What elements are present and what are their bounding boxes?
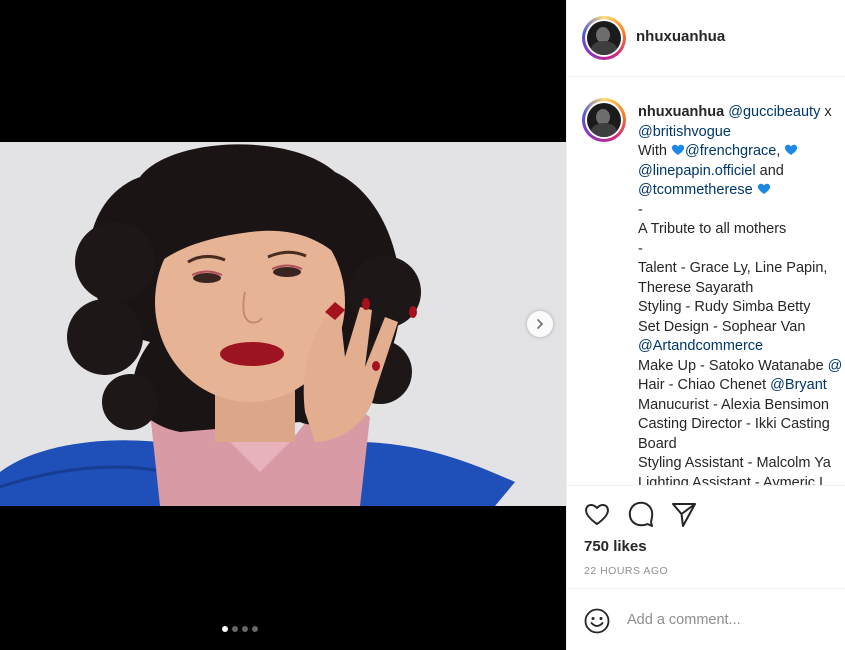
carousel-indicator	[222, 626, 258, 632]
caption-line: Styling Assistant - Malcolm Ya	[638, 455, 831, 471]
next-photo-button[interactable]	[527, 311, 553, 337]
mention-link[interactable]: @tcommetherese	[638, 182, 753, 198]
caption-line: Lighting Assistant - Aymeric L	[638, 474, 828, 486]
caption-username[interactable]: nhuxuanhua	[638, 104, 724, 120]
caption-area: nhuxuanhua @guccibeauty x @britishvogue …	[567, 77, 845, 485]
carousel-dot	[242, 626, 248, 632]
emoji-icon[interactable]	[583, 607, 611, 635]
post-photo[interactable]	[0, 142, 566, 506]
comment-bar	[567, 588, 845, 650]
caption-line: Casting Director - Ikki Casting	[638, 416, 830, 432]
caption-line: -	[638, 201, 643, 218]
post-actions: 750 likes 22 HOURS AGO	[567, 485, 845, 588]
caption-line: With	[638, 143, 672, 159]
caption-line: Therese Sayarath	[638, 279, 754, 296]
carousel-dot	[232, 626, 238, 632]
caption-line: x	[820, 104, 832, 120]
mention-link[interactable]: @frenchgrace	[685, 143, 776, 159]
post-header: nhuxuanhua	[567, 0, 845, 77]
caption-line: Talent - Grace Ly, Line Papin,	[638, 260, 828, 276]
carousel-dot	[252, 626, 258, 632]
carousel-dot	[222, 626, 228, 632]
blue-heart-icon	[785, 144, 798, 155]
caption-line: Styling - Rudy Simba Betty	[638, 299, 811, 315]
mention-link[interactable]: @Bryant	[770, 377, 827, 393]
likes-count[interactable]: 750 likes	[584, 538, 647, 555]
caption-line: Manucurist - Alexia Bensimon	[638, 396, 829, 413]
caption-line: Make Up - Satoko Watanabe	[638, 357, 828, 374]
portrait-illustration	[0, 142, 566, 506]
caption-line: Set Design - Sophear Van	[638, 318, 806, 335]
post-timestamp[interactable]: 22 HOURS AGO	[584, 565, 668, 577]
comment-icon[interactable]	[627, 500, 655, 528]
caption-line: Board	[638, 435, 677, 452]
caption-line: and	[755, 162, 784, 179]
like-heart-icon[interactable]	[583, 500, 611, 528]
post-media	[0, 0, 566, 650]
post-side-panel: nhuxuanhua nhuxuanhua @guccibeauty x @br…	[566, 0, 845, 650]
mention-link[interactable]: @britishvogue	[638, 124, 731, 140]
comment-input[interactable]	[627, 607, 837, 633]
mention-link[interactable]: @linepapin.officiel	[638, 163, 756, 179]
author-username[interactable]: nhuxuanhua	[636, 28, 725, 45]
caption-avatar[interactable]	[582, 98, 626, 142]
author-avatar[interactable]	[582, 16, 626, 60]
blue-heart-icon	[671, 144, 685, 155]
mention-link[interactable]: @Artandcommerce	[638, 338, 763, 354]
blue-heart-icon	[757, 183, 770, 194]
caption-line: Hair - Chiao Chenet	[638, 377, 771, 393]
lips	[220, 342, 284, 366]
caption-text: nhuxuanhua @guccibeauty x @britishvogue …	[638, 103, 845, 485]
share-send-icon[interactable]	[670, 500, 698, 528]
caption-line: A Tribute to all mothers	[638, 221, 787, 237]
mention-link[interactable]: @	[828, 358, 843, 374]
mention-link[interactable]: @guccibeauty	[728, 104, 820, 120]
caption-line: -	[638, 240, 643, 257]
caption-line: ,	[776, 143, 781, 159]
chevron-right-icon	[537, 319, 544, 329]
